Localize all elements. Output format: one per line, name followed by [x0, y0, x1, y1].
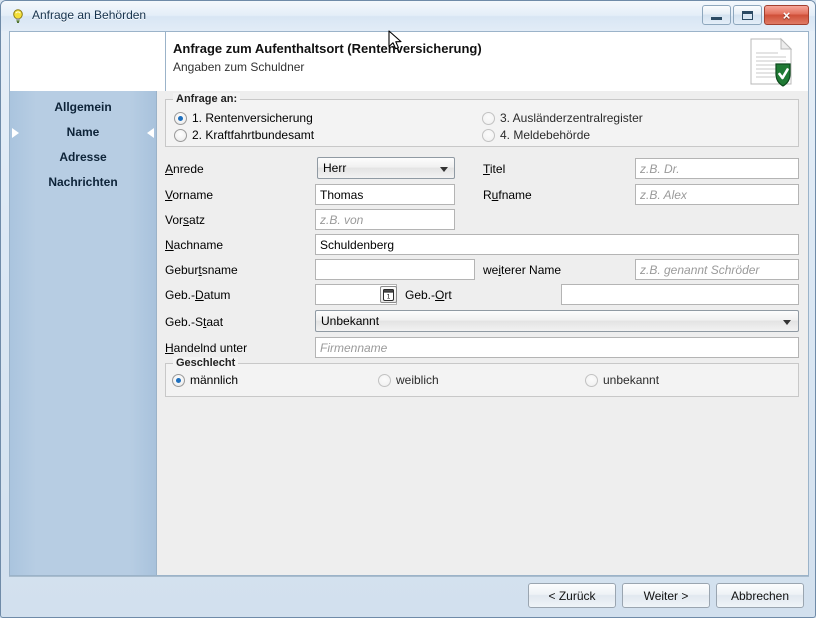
close-icon: ×: [782, 7, 791, 23]
radio-kraftfahrtbundesamt[interactable]: 2. Kraftfahrtbundesamt: [174, 128, 314, 142]
radio-label: unbekannt: [603, 373, 660, 387]
label-vorname: Vorname: [165, 188, 214, 202]
step-sidebar: Allgemein Name Adresse Nachrichten: [9, 91, 157, 576]
cancel-button[interactable]: Abbrechen: [716, 583, 804, 608]
label-geb-ort: Geb.-Ort: [405, 288, 452, 302]
dialog-window: Anfrage an Behörden × Anfrage zum Aufent…: [0, 0, 816, 618]
page-subtitle: Angaben zum Schuldner: [173, 60, 305, 74]
label-geb-datum: Geb.-Datum: [165, 288, 231, 302]
radio-meldebehoerde[interactable]: 4. Meldebehörde: [482, 128, 590, 142]
minimize-button[interactable]: [702, 5, 731, 25]
nachname-input[interactable]: [315, 234, 799, 255]
label-handelnd-unter: Handelnd unter: [165, 341, 248, 355]
vorsatz-input[interactable]: [315, 209, 455, 230]
sidebar-item-label: Allgemein: [54, 100, 112, 114]
chevron-down-icon: [783, 320, 791, 325]
radio-indicator: [174, 128, 187, 142]
titel-input[interactable]: [635, 158, 799, 179]
radio-unbekannt[interactable]: unbekannt: [585, 373, 659, 387]
radio-weiblich[interactable]: weiblich: [378, 373, 439, 387]
radio-indicator: [585, 373, 598, 387]
radio-indicator: [378, 373, 391, 387]
sidebar-item-nachrichten[interactable]: Nachrichten: [10, 170, 156, 195]
footer-divider: [9, 576, 809, 577]
anrede-select[interactable]: Herr: [317, 157, 455, 179]
weiterer-name-input[interactable]: [635, 259, 799, 280]
radio-auslaenderzentralregister[interactable]: 3. Ausländerzentralregister: [482, 111, 643, 125]
form-content: Anfrage an: 1. Rentenversicherung 2. Kra…: [157, 91, 809, 576]
geb-staat-select[interactable]: Unbekannt: [315, 310, 799, 332]
radio-maennlich[interactable]: männlich: [172, 373, 238, 387]
handelnd-unter-input[interactable]: [315, 337, 799, 358]
window-controls: ×: [702, 5, 809, 25]
sidebar-item-allgemein[interactable]: Allgemein: [10, 95, 156, 120]
rufname-input[interactable]: [635, 184, 799, 205]
radio-indicator: [172, 373, 185, 387]
label-titel: Titel: [483, 162, 506, 176]
close-button[interactable]: ×: [764, 5, 809, 25]
document-shield-icon: [743, 36, 799, 91]
maximize-icon: [742, 10, 753, 20]
label-weiterer-name: weiterer Name: [483, 263, 562, 277]
radio-label: 3. Ausländerzentralregister: [500, 111, 643, 125]
gender-group: Geschlecht männlich weiblich unbekannt: [165, 357, 799, 397]
radio-rentenversicherung[interactable]: 1. Rentenversicherung: [174, 111, 313, 125]
title-bar: Anfrage an Behörden ×: [1, 1, 815, 31]
geb-staat-value: Unbekannt: [321, 314, 380, 328]
caret-left-icon: [147, 128, 154, 138]
chevron-down-icon: [440, 167, 448, 172]
request-target-legend: Anfrage an:: [173, 93, 241, 105]
radio-label: weiblich: [396, 373, 439, 387]
dialog-header: Anfrage zum Aufenthaltsort (Rentenversic…: [9, 31, 809, 92]
sidebar-item-label: Name: [66, 125, 100, 139]
gender-legend: Geschlecht: [173, 357, 239, 369]
radio-indicator: [174, 111, 187, 125]
radio-indicator: [482, 128, 495, 142]
back-button[interactable]: < Zurück: [528, 583, 616, 608]
label-geburtsname: Geburtsname: [165, 263, 238, 277]
radio-label: 1. Rentenversicherung: [192, 111, 313, 125]
label-nachname: Nachname: [165, 238, 224, 252]
sidebar-item-label: Adresse: [59, 150, 107, 164]
radio-label: männlich: [190, 373, 239, 387]
radio-indicator: [482, 111, 495, 125]
header-divider: [165, 32, 166, 92]
lightbulb-icon: [10, 8, 26, 24]
window-title: Anfrage an Behörden: [32, 8, 147, 22]
request-target-group: Anfrage an: 1. Rentenversicherung 2. Kra…: [165, 93, 799, 147]
next-button[interactable]: Weiter >: [622, 583, 710, 608]
label-anrede: Anrede: [165, 162, 204, 176]
calendar-icon: 1: [383, 288, 394, 301]
minimize-icon: [711, 17, 722, 20]
label-rufname: Rufname: [483, 188, 532, 202]
anrede-value: Herr: [323, 161, 347, 175]
label-vorsatz: Vorsatz: [165, 213, 206, 227]
maximize-button[interactable]: [733, 5, 762, 25]
sidebar-item-label: Nachrichten: [48, 175, 118, 189]
svg-text:1: 1: [386, 292, 390, 300]
sidebar-item-name[interactable]: Name: [10, 120, 156, 145]
radio-label: 4. Meldebehörde: [500, 128, 591, 142]
page-title: Anfrage zum Aufenthaltsort (Rentenversic…: [173, 41, 482, 56]
caret-right-icon: [12, 128, 19, 138]
geburtsname-input[interactable]: [315, 259, 475, 280]
label-geb-staat: Geb.-Staat: [165, 315, 224, 329]
geb-ort-input[interactable]: [561, 284, 799, 305]
radio-label: 2. Kraftfahrtbundesamt: [192, 128, 315, 142]
vorname-input[interactable]: [315, 184, 455, 205]
sidebar-item-adresse[interactable]: Adresse: [10, 145, 156, 170]
calendar-picker-button[interactable]: 1: [380, 286, 397, 303]
